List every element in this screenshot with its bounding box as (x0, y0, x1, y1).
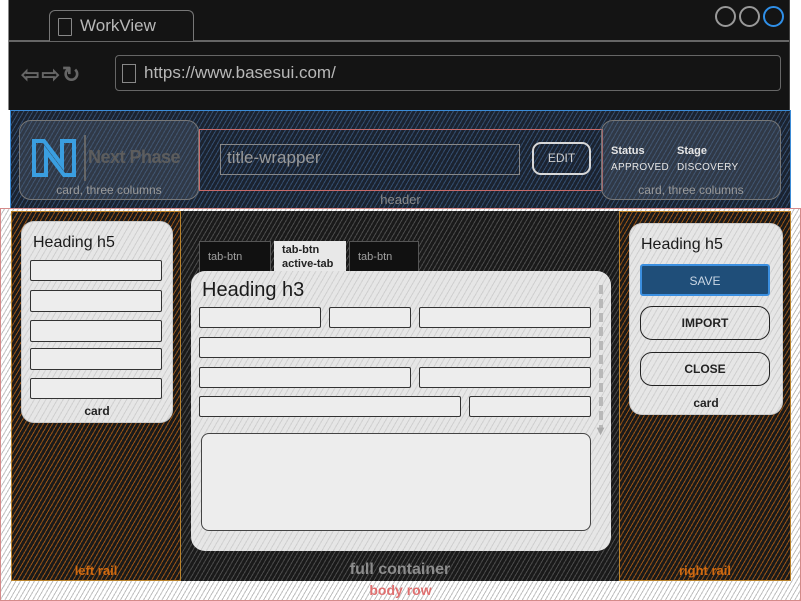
browser-tab[interactable]: WorkView (49, 10, 194, 41)
window-minimize-icon[interactable] (715, 6, 736, 27)
refresh-icon[interactable]: ↻ (62, 62, 82, 87)
tab-sublabel: active-tab (282, 258, 334, 270)
text-field[interactable] (469, 396, 591, 417)
nav-buttons: ⇦⇨↻ (21, 62, 82, 88)
window-close-icon[interactable] (763, 6, 784, 27)
title-input[interactable]: title-wrapper (220, 144, 520, 175)
text-field[interactable] (30, 290, 162, 312)
right-card: Heading h5 SAVE IMPORT CLOSE card (630, 224, 782, 414)
body-row: Heading h5 card left rail tab-btn tab-bt… (0, 208, 801, 601)
card-heading: Heading h5 (641, 236, 723, 253)
url-text[interactable]: https://www.basesui.com/ (144, 63, 336, 83)
logo-icon (32, 139, 76, 177)
body-row-label: body row (369, 582, 432, 598)
left-card: Heading h5 card (22, 222, 172, 422)
tab-label: tab-btn (208, 251, 243, 263)
text-field[interactable] (30, 260, 162, 281)
left-rail-label: left rail (74, 563, 118, 578)
save-button[interactable]: SAVE (640, 264, 770, 296)
card-caption: card (84, 404, 110, 418)
status-card: Status APPROVED Stage DISCOVERY card, th… (601, 120, 781, 200)
logo-divider (84, 135, 86, 181)
card-caption: card (693, 396, 719, 410)
right-rail: Heading h5 SAVE IMPORT CLOSE card right … (619, 211, 791, 581)
full-container-label: full container (349, 561, 451, 578)
text-field[interactable] (419, 307, 591, 328)
title-wrapper: title-wrapper EDIT (199, 129, 603, 191)
address-bar[interactable]: https://www.basesui.com/ (115, 55, 781, 91)
left-rail: Heading h5 card left rail (11, 211, 181, 581)
text-field[interactable] (419, 367, 591, 388)
edit-button[interactable]: EDIT (532, 142, 591, 175)
status-label: Status (611, 145, 645, 157)
tab-button[interactable]: tab-btn (199, 241, 271, 273)
forward-arrow-icon[interactable]: ⇨ (41, 62, 61, 87)
stage-label: Stage (677, 145, 707, 157)
browser-window: WorkView ⇦⇨↻ https://www.basesui.com/ (8, 0, 790, 110)
textarea[interactable] (201, 433, 591, 531)
close-button[interactable]: CLOSE (640, 352, 770, 386)
back-arrow-icon[interactable]: ⇦ (21, 62, 41, 87)
scroll-down-arrow-icon[interactable]: ▼ (594, 423, 607, 438)
window-maximize-icon[interactable] (739, 6, 760, 27)
text-field[interactable] (30, 348, 162, 370)
scrollbar[interactable] (599, 285, 603, 430)
text-field[interactable] (199, 307, 321, 328)
text-field[interactable] (30, 378, 162, 399)
logo-text: Next Phase (88, 147, 181, 167)
main-card: Heading h3 ▼ (191, 271, 611, 551)
stage-value: DISCOVERY (677, 162, 739, 173)
full-container: tab-btn tab-btn active-tab tab-btn Headi… (181, 211, 619, 581)
main-heading: Heading h3 (202, 279, 305, 301)
text-field[interactable] (329, 307, 411, 328)
tab-button-active[interactable]: tab-btn active-tab (274, 241, 346, 273)
tab-label: tab-btn (358, 251, 393, 263)
text-field[interactable] (30, 320, 162, 342)
header: Next Phase card, three columns title-wra… (10, 110, 791, 210)
tab-button[interactable]: tab-btn (349, 241, 419, 273)
text-field[interactable] (199, 337, 591, 358)
page-icon (122, 64, 136, 83)
right-rail-label: right rail (678, 563, 731, 578)
import-button[interactable]: IMPORT (640, 306, 770, 340)
status-value: APPROVED (611, 162, 669, 173)
text-field[interactable] (199, 367, 411, 388)
header-label: header (380, 192, 421, 207)
tab-label: tab-btn (282, 244, 320, 256)
text-field[interactable] (199, 396, 461, 417)
card-heading: Heading h5 (33, 234, 115, 251)
brand-card: Next Phase card, three columns (19, 120, 199, 200)
tab-title: WorkView (80, 16, 156, 35)
page-icon (58, 18, 72, 36)
